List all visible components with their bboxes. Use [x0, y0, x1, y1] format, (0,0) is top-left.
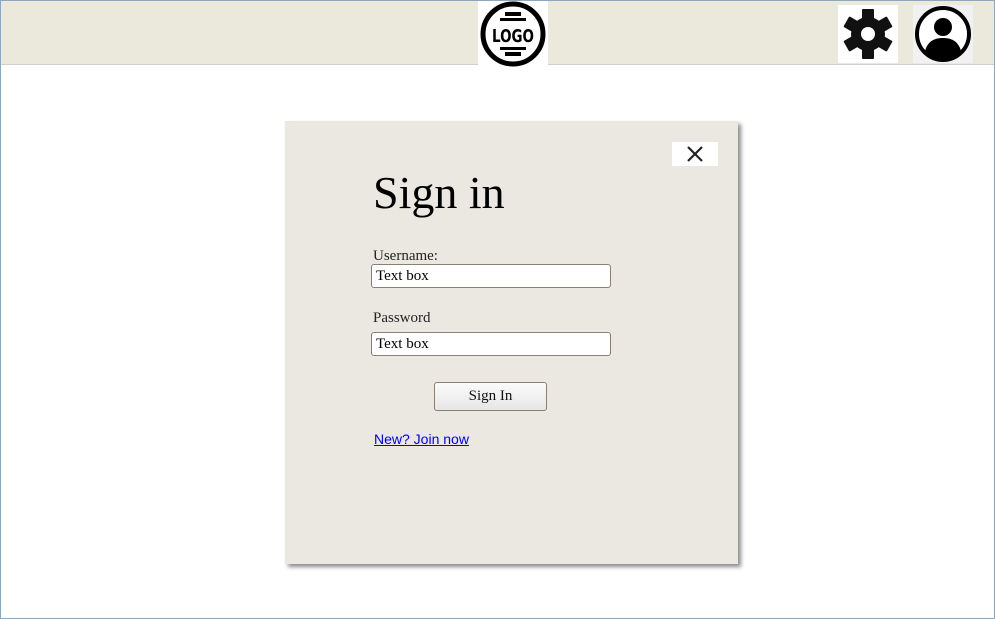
profile-button[interactable]: [913, 5, 973, 63]
logo-text: LOGO: [492, 26, 534, 47]
top-bar: LOGO: [1, 1, 994, 69]
username-field[interactable]: [371, 264, 611, 288]
password-field[interactable]: [371, 332, 611, 356]
logo[interactable]: LOGO: [478, 1, 548, 69]
join-now-link[interactable]: New? Join now: [374, 431, 469, 447]
close-icon: [687, 146, 703, 162]
password-label: Password: [373, 310, 431, 326]
logo-icon: LOGO: [480, 1, 546, 67]
close-button[interactable]: [672, 142, 718, 166]
gear-icon: [843, 9, 893, 59]
settings-button[interactable]: [838, 5, 898, 63]
sign-in-dialog: Sign in Username: Password Sign In New? …: [285, 121, 738, 564]
sign-in-button[interactable]: Sign In: [434, 382, 547, 411]
dialog-title: Sign in: [373, 167, 505, 218]
user-avatar-icon: [915, 6, 971, 62]
username-label: Username:: [373, 248, 438, 264]
